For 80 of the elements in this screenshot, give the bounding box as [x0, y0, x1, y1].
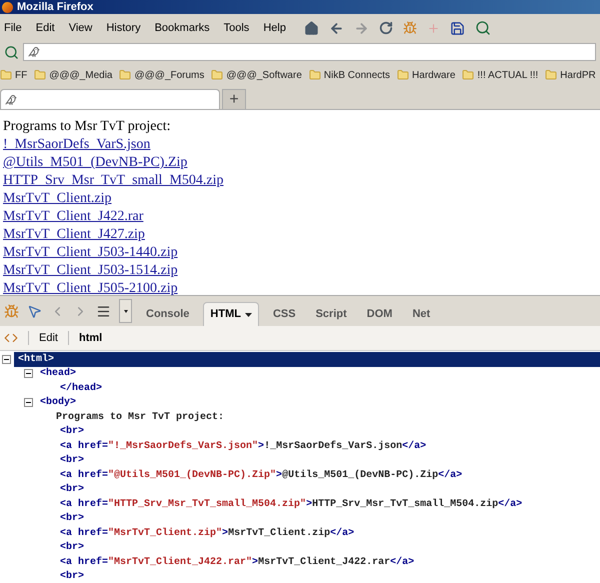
reload-icon[interactable]: [378, 21, 393, 35]
edit-button[interactable]: Edit: [39, 330, 58, 346]
folder-icon: [545, 69, 558, 81]
code-line[interactable]: <body>: [36, 395, 80, 410]
code-line: <a href="@Utils_M501_(DevNB-PC).Zip">@Utils_M501_(DevNB-PC).Zip</a>: [60, 468, 462, 483]
code-line: <br>: [60, 570, 84, 583]
code-line: <a href="MsrTvT_Client_J422.rar">MsrTvT_Client_J422.rar</a>: [60, 556, 414, 570]
collapse-icon[interactable]: [2, 354, 11, 364]
bookmark[interactable]: !!! ACTUAL !!!: [477, 68, 538, 82]
bug-icon[interactable]: [4, 304, 19, 318]
file-link[interactable]: MsrTvT_Client_J503-1514.zip: [3, 262, 178, 280]
bookmark[interactable]: @@@_Software: [226, 68, 302, 82]
code-icon[interactable]: [4, 331, 18, 345]
devtools-tab[interactable]: HTML: [203, 302, 259, 326]
window-title: Mozilla Firefox: [17, 0, 94, 15]
menu-item[interactable]: File: [4, 20, 22, 36]
devtools-tab[interactable]: Console: [140, 302, 196, 326]
devtools-tab[interactable]: DOM: [360, 302, 398, 326]
bookmark[interactable]: HardPR: [560, 68, 596, 82]
address-field[interactable]: [23, 43, 596, 61]
bug-icon[interactable]: [402, 21, 417, 35]
home-icon[interactable]: [304, 20, 319, 36]
collapse-icon[interactable]: [24, 369, 33, 378]
code-line: <br>: [60, 454, 84, 468]
file-link[interactable]: MsrTvT_Client_J422.rar: [3, 208, 144, 226]
file-link[interactable]: @Utils_M501_(DevNB-PC).Zip: [3, 154, 188, 172]
folder-icon: [462, 69, 474, 81]
collapse-icon[interactable]: [24, 398, 33, 408]
code-line[interactable]: <head>: [36, 366, 80, 382]
search-icon[interactable]: [474, 20, 491, 36]
file-link[interactable]: HTTP_Srv_Msr_TvT_small_M504.zip: [3, 172, 224, 190]
text-node-label: Programs to Msr TvT project:: [56, 410, 224, 425]
menu-icon[interactable]: [96, 304, 111, 318]
code-line: <br>: [60, 424, 84, 440]
folder-icon: [308, 69, 321, 81]
folder-icon: [34, 69, 46, 81]
devtools-tab[interactable]: Script: [310, 302, 353, 326]
code-line: <br>: [60, 512, 84, 526]
code-line: <br>: [60, 482, 84, 498]
page-heading: Programs to Msr TvT project:: [3, 118, 172, 136]
menu-item[interactable]: Help: [263, 20, 286, 36]
save-icon[interactable]: [450, 20, 465, 36]
inspect-icon[interactable]: [27, 304, 42, 318]
folder-icon: [0, 69, 12, 81]
bookmark[interactable]: Hardware: [412, 68, 456, 82]
browser-logo-icon: [2, 2, 13, 12]
dropdown-button[interactable]: [119, 299, 132, 323]
bird-icon: [28, 46, 40, 58]
bird-icon: [5, 94, 17, 106]
code-line: <a href="!_MsrSaorDefs_VarS.json">!_MsrSaorDefs_VarS.json</a>: [60, 440, 426, 454]
caret-icon: [124, 310, 128, 312]
code-line: <br>: [60, 540, 84, 556]
folder-icon: [119, 69, 132, 81]
folder-icon: [211, 69, 224, 81]
menu-item[interactable]: Edit: [36, 20, 55, 36]
devtools-tab[interactable]: CSS: [266, 302, 302, 326]
file-link[interactable]: MsrTvT_Client_J505-2100.zip: [3, 280, 178, 295]
file-link[interactable]: MsrTvT_Client.zip: [3, 190, 112, 208]
menu-item[interactable]: Tools: [224, 20, 250, 36]
menu-item[interactable]: View: [68, 20, 92, 36]
devtools-tab[interactable]: Net: [406, 302, 436, 326]
file-link[interactable]: MsrTvT_Client_J503-1440.zip: [3, 244, 178, 262]
back-icon[interactable]: [328, 20, 344, 36]
file-link[interactable]: MsrTvT_Client_J427.zip: [3, 226, 145, 244]
bookmark[interactable]: @@@_Media: [49, 68, 112, 82]
new-tab-button[interactable]: +: [222, 89, 246, 109]
bookmark[interactable]: FF: [15, 68, 28, 82]
search-icon[interactable]: [4, 44, 19, 60]
file-link[interactable]: !_MsrSaorDefs_VarS.json: [3, 136, 150, 154]
code-line: <a href="HTTP_Srv_Msr_TvT_small_M504.zip">HTTP_Srv_Msr_TvT_small_M504.zip</a>: [60, 498, 522, 512]
code-line: </head>: [60, 382, 102, 396]
bookmark[interactable]: @@@_Forums: [134, 68, 204, 82]
menu-item[interactable]: History: [106, 20, 141, 36]
breadcrumb[interactable]: html: [78, 330, 102, 346]
browser-tab[interactable]: [0, 89, 220, 109]
bookmark[interactable]: NikB Connects: [324, 68, 390, 82]
code-line[interactable]: <html>: [14, 352, 58, 367]
code-line: <a href="MsrTvT_Client.zip">MsrTvT_Client.zip</a>: [60, 526, 354, 541]
menu-item[interactable]: Bookmarks: [154, 20, 210, 36]
folder-icon: [397, 69, 410, 81]
